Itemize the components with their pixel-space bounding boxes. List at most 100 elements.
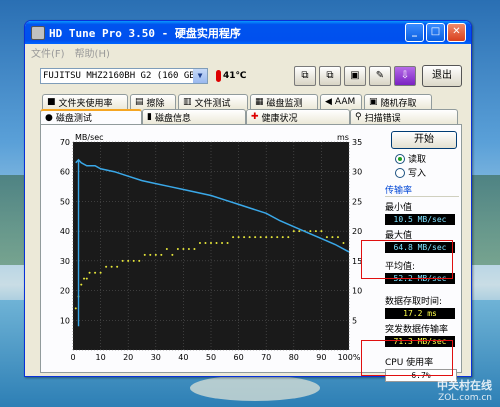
access-point — [215, 242, 218, 245]
tab-health[interactable]: ✚ 健康状况 — [246, 109, 350, 124]
random-access-icon: ▣ — [369, 97, 378, 107]
x-tick: 30 — [151, 353, 161, 362]
download-icon[interactable]: ⇩ — [394, 66, 416, 86]
tab-erase[interactable]: ▤ 擦除 — [130, 94, 176, 109]
toolbar: FUJITSU MHZ2160BH G2 (160 GB) ▼ 41℃ ⧉ ⧉ … — [40, 64, 462, 88]
tab-label: 磁盘监测 — [266, 98, 303, 109]
copy-icon[interactable]: ⧉ — [294, 66, 316, 86]
access-point — [221, 242, 224, 245]
cpu-highlight-box — [361, 340, 453, 376]
access-point — [149, 253, 152, 256]
options-icon[interactable]: ✎ — [369, 66, 391, 86]
access-point — [193, 247, 196, 250]
access-point — [248, 236, 251, 239]
access-point — [171, 253, 174, 256]
plot-area — [73, 142, 349, 350]
tab-error-scan[interactable]: ⚲ 扫描错误 — [350, 109, 458, 124]
access-point — [94, 271, 97, 274]
tab-file-test[interactable]: ▥ 文件测试 — [178, 94, 248, 109]
access-point — [320, 230, 323, 233]
chevron-down-icon[interactable]: ▼ — [193, 69, 207, 83]
write-label: 写入 — [408, 169, 427, 179]
temperature-value: 41℃ — [223, 71, 247, 81]
y-right-tick: 5 — [352, 316, 357, 325]
access-point — [80, 283, 83, 286]
tab-disk-monitor[interactable]: ▦ 磁盘监测 — [250, 94, 318, 109]
watermark-main: 中关村在线 — [437, 379, 492, 392]
minimize-button[interactable]: _ — [405, 23, 424, 42]
write-radio[interactable]: 写入 — [395, 166, 459, 179]
tab-disk-info[interactable]: ▮ 磁盘信息 — [142, 109, 246, 124]
magnifier-icon: ⚲ — [355, 112, 362, 122]
temperature: 41℃ — [216, 70, 246, 82]
y-left-unit: MB/sec — [75, 133, 104, 142]
min-label: 最小值 — [385, 203, 413, 213]
title-bar[interactable]: HD Tune Pro 3.50 - 硬盘实用程序 _ □ ✕ — [25, 21, 471, 44]
access-point — [182, 247, 185, 250]
access-point — [160, 253, 163, 256]
speaker-icon: ◀ — [325, 97, 332, 107]
tab-aam[interactable]: ◀ AAM — [320, 94, 362, 109]
drive-select[interactable]: FUJITSU MHZ2160BH G2 (160 GB) ▼ — [40, 68, 208, 84]
access-point — [127, 259, 130, 262]
access-point — [309, 230, 312, 233]
tab-label: 健康状况 — [261, 113, 298, 124]
erase-icon: ▤ — [135, 97, 144, 107]
tab-label: 磁盘测试 — [55, 114, 92, 124]
y-left-tick: 60 — [60, 168, 70, 177]
y-left-tick: 70 — [60, 138, 70, 147]
tab-folder-usage[interactable]: ■ 文件夹使用率 — [42, 94, 128, 109]
y-left-tick: 40 — [60, 227, 70, 236]
access-point — [232, 236, 235, 239]
copy-all-icon[interactable]: ⧉ — [319, 66, 341, 86]
tab-benchmark[interactable]: ● 磁盘测试 — [40, 109, 142, 124]
exit-button[interactable]: 退出 — [422, 65, 462, 87]
save-icon[interactable]: ▣ — [344, 66, 366, 86]
app-icon — [31, 25, 45, 40]
health-icon: ✚ — [251, 112, 259, 122]
watermark-sub: ZOL.com.cn — [438, 393, 492, 403]
x-tick: 60 — [234, 353, 244, 362]
access-point — [74, 307, 77, 310]
tab-label: 文件测试 — [194, 98, 231, 109]
access-point — [270, 236, 273, 239]
access-point — [138, 259, 141, 262]
tab-label: 扫描错误 — [364, 113, 401, 124]
x-tick: 70 — [261, 353, 271, 362]
y-left-tick: 20 — [60, 287, 70, 296]
y-left-tick: 30 — [60, 257, 70, 266]
access-time-value: 17.2 ms — [385, 308, 455, 319]
toolbar-buttons: ⧉ ⧉ ▣ ✎ ⇩ 退出 — [291, 65, 462, 87]
y-right-tick: 20 — [352, 227, 362, 236]
access-point — [331, 236, 334, 239]
read-label: 读取 — [408, 155, 427, 165]
access-point — [176, 247, 179, 250]
access-point — [110, 265, 113, 268]
access-point — [85, 277, 88, 280]
access-point — [83, 277, 86, 280]
start-button[interactable]: 开始 — [391, 131, 457, 149]
access-point — [198, 242, 201, 245]
transfer-chart: MB/sec ms7060504030201035302520151050 10 20… — [60, 133, 362, 362]
close-button[interactable]: ✕ — [447, 23, 466, 42]
menu-help[interactable]: 帮助(H) — [75, 45, 110, 60]
access-point — [336, 236, 339, 239]
tab-label: 磁盘信息 — [154, 113, 191, 124]
access-point — [314, 230, 317, 233]
access-point — [237, 236, 240, 239]
x-tick: 100% — [338, 353, 361, 362]
drive-name: FUJITSU MHZ2160BH G2 (160 GB) — [43, 71, 193, 81]
tab-random-access[interactable]: ▣ 随机存取 — [364, 94, 432, 109]
tab-label: 文件夹使用率 — [58, 98, 113, 109]
tabs-row-1: ■ 文件夹使用率 ▤ 擦除 ▥ 文件测试 ▦ 磁盘监测 ◀ AAM ▣ 随机存取 — [42, 94, 432, 109]
access-point — [287, 236, 290, 239]
read-radio[interactable]: 读取 — [395, 152, 459, 165]
access-point — [281, 236, 284, 239]
access-point — [121, 259, 124, 262]
access-point — [210, 242, 212, 245]
access-point — [265, 236, 268, 239]
y-right-tick: 35 — [352, 138, 362, 147]
maximize-button[interactable]: □ — [426, 23, 445, 42]
menu-file[interactable]: 文件(F) — [31, 45, 65, 60]
x-tick: 80 — [289, 353, 299, 362]
